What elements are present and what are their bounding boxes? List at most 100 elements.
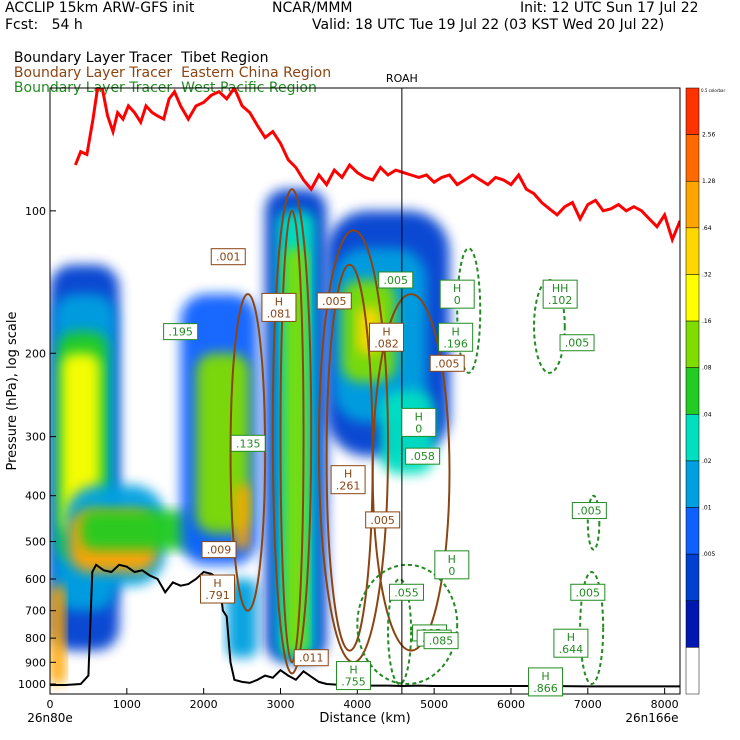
colorbar-level-label: .02: [702, 458, 712, 465]
max-label-text: .791: [205, 589, 230, 602]
x-end-label: 26n166e: [625, 711, 678, 725]
y-tick-label: 700: [25, 605, 46, 618]
x-tick-label: 0: [47, 698, 54, 711]
y-tick-label: 100: [25, 205, 46, 218]
eastern-china-label: .011: [293, 649, 329, 667]
west-pacific-label: .005: [570, 583, 606, 601]
max-label-text: 0: [448, 565, 455, 578]
max-label-text: 0: [415, 422, 422, 435]
roah-label: ROAH: [386, 72, 418, 85]
cross-section-chart: 0 1000 2000 3000 4000 5000 6000 7000 80001002003…: [5, 72, 725, 726]
colorbar-swatch: [685, 460, 700, 508]
colorbar-level-label: .32: [702, 271, 712, 278]
west-pacific-label: .055: [388, 583, 424, 601]
y-axis-label: Pressure (hPa), log scale: [5, 312, 20, 471]
eastern-china-label: H.791: [199, 574, 235, 604]
max-label-text: .005: [383, 274, 408, 287]
colorbar-swatch: [685, 647, 700, 695]
tibet-label: H.866: [528, 667, 564, 697]
y-tick-label: 900: [25, 656, 46, 669]
max-label-text: .196: [443, 337, 468, 350]
max-label-text: .644: [559, 643, 584, 656]
colorbar-level-label: 1.28: [702, 178, 716, 185]
west-pacific-label: H.196: [438, 322, 474, 352]
max-label-text: .755: [341, 676, 366, 689]
colorbar-swatch: [685, 367, 700, 415]
field-patch: [234, 485, 250, 550]
colorbar-swatch: [685, 507, 700, 555]
x-tick-label: 3000: [266, 698, 294, 711]
colorbar-swatch: [685, 414, 700, 462]
eastern-china-label: H.082: [369, 322, 405, 352]
x-tick-label: 2000: [190, 698, 218, 711]
colorbar-level-label: .08: [702, 365, 712, 372]
colorbar-swatch: [685, 180, 700, 229]
eastern-china-label: .005: [429, 354, 465, 372]
tibet-label: .005: [378, 271, 414, 289]
max-label-text: .085: [429, 635, 454, 648]
max-label-text: .081: [267, 307, 292, 320]
y-tick-label: 400: [25, 490, 46, 503]
x-tick-label: 4000: [343, 698, 371, 711]
x-tick-label: 6000: [497, 698, 525, 711]
colorbar-top-label: 0.5 colorbar: [701, 88, 725, 93]
max-label-text: .195: [168, 326, 193, 339]
tibet-label: .085: [423, 632, 459, 650]
colorbar-swatch: [685, 320, 700, 368]
west-pacific-label: H.644: [553, 628, 589, 658]
eastern-china-label: .009: [201, 541, 237, 559]
tibet-label: .135: [230, 434, 266, 452]
max-label-text: .082: [374, 337, 399, 350]
west-pacific-label: .005: [571, 502, 607, 520]
max-label-text: .005: [576, 586, 601, 599]
colorbar-swatch: [685, 87, 700, 135]
max-label-text: .005: [577, 505, 602, 518]
eastern-china-label: .005: [365, 511, 401, 529]
y-tick-label: 500: [25, 536, 46, 549]
max-label-text: .005: [370, 514, 395, 527]
west-pacific-label: H0: [434, 550, 470, 580]
colorbar-level-label: .64: [702, 225, 712, 232]
max-label-text: .055: [394, 586, 419, 599]
y-tick-label: 300: [25, 431, 46, 444]
west-pacific-label: HH.102: [542, 279, 578, 309]
max-label-text: .005: [435, 357, 460, 370]
colorbar: 0.5 colorbar 2.56 1.28 .64 .32 .16 .08 .04 .02 .0…: [685, 87, 725, 695]
west-pacific-label: H0: [439, 279, 475, 309]
tibet-label: H0: [401, 407, 437, 437]
y-tick-label: 1000: [18, 678, 46, 691]
tibet-label: .195: [163, 323, 199, 341]
west-pacific-label: .005: [559, 334, 595, 352]
x-tick-label: 8000: [651, 698, 679, 711]
colorbar-level-label: .16: [702, 318, 712, 325]
max-label-text: .102: [548, 294, 573, 307]
tibet-label: H.755: [335, 661, 371, 691]
max-label-text: .009: [207, 544, 232, 557]
y-tick-label: 200: [25, 347, 46, 360]
colorbar-level-label: .005: [702, 551, 716, 558]
colorbar-swatch: [685, 600, 700, 648]
eastern-china-label: .001: [210, 248, 246, 266]
colorbar-swatch: [685, 227, 700, 275]
x-tick-label: 1000: [113, 698, 141, 711]
colorbar-level-label: 2.56: [702, 132, 716, 139]
colorbar-swatch: [685, 553, 700, 602]
x-start-label: 26n80e: [27, 711, 73, 725]
max-label-text: .005: [565, 337, 590, 350]
max-label-text: .001: [216, 251, 241, 264]
max-label-text: .011: [299, 652, 324, 665]
tibet-label: .058: [405, 447, 441, 465]
colorbar-swatch: [685, 134, 700, 182]
colorbar-swatch: [685, 274, 700, 322]
x-tick-label: 5000: [420, 698, 448, 711]
max-label-text: .135: [236, 437, 261, 450]
field-patch: [50, 585, 66, 684]
eastern-china-label: H.261: [330, 465, 366, 495]
eastern-china-label: H.081: [261, 292, 297, 322]
colorbar-level-label: .04: [702, 411, 712, 418]
colorbar-level-label: .01: [702, 505, 712, 512]
max-label-text: .261: [336, 480, 361, 493]
west-pacific-contour: [456, 247, 482, 374]
max-label-text: .866: [533, 682, 558, 695]
max-label-text: .005: [322, 295, 347, 308]
